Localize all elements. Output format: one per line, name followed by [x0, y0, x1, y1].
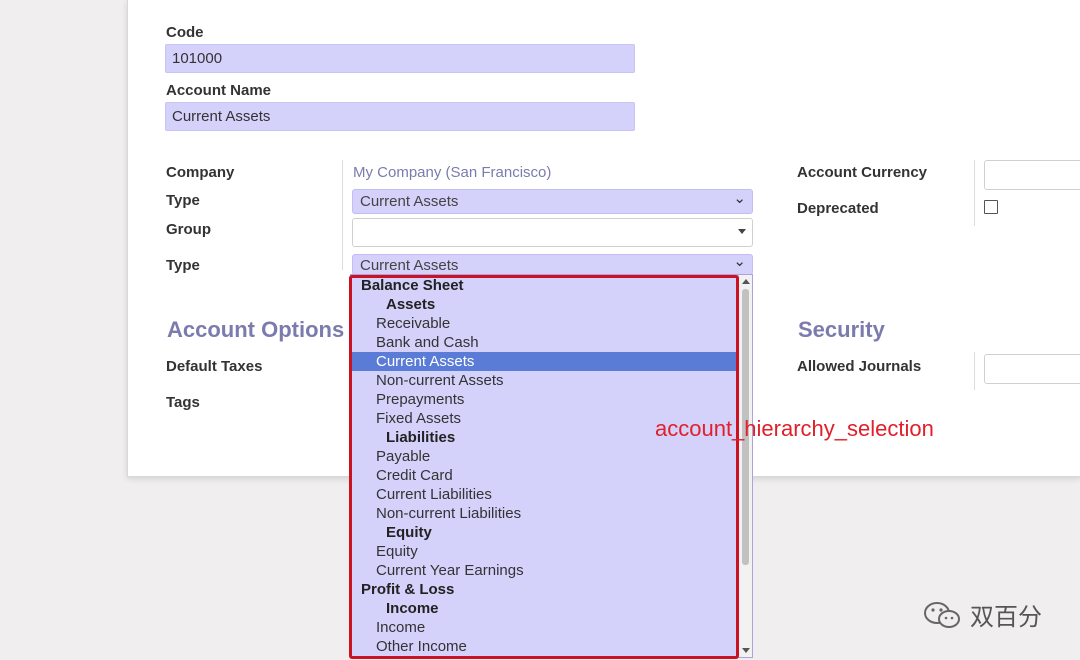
allowed-journals-label: Allowed Journals [797, 358, 922, 375]
dropdown-option[interactable]: Payable [351, 447, 737, 466]
caret-down-icon [738, 229, 746, 234]
company-label: Company [166, 164, 235, 181]
account-currency-label: Account Currency [797, 164, 928, 181]
dropdown-option: Balance Sheet [361, 277, 464, 294]
dropdown-options: Balance Sheet Assets Receivable Bank and Ca… [351, 276, 737, 656]
chevron-down-icon: ⌄ [733, 254, 746, 270]
dropdown-option: Assets [386, 296, 436, 313]
deprecated-checkbox[interactable] [984, 200, 998, 214]
watermark-text: 双百分 [970, 604, 1042, 631]
type-select[interactable]: Current Assets ⌄ [352, 189, 753, 214]
chevron-down-icon: ⌄ [733, 190, 746, 207]
type2-select[interactable]: Current Assets ⌄ [352, 254, 753, 275]
type2-select-value: Current Assets [360, 257, 459, 274]
dropdown-option: Income [386, 600, 439, 617]
right-label-divider [974, 160, 975, 226]
dropdown-scrollbar[interactable] [738, 275, 752, 657]
tags-label: Tags [166, 394, 200, 411]
dropdown-option[interactable]: Current Year Earnings [351, 561, 737, 580]
account-options-title: Account Options [167, 317, 345, 342]
company-link[interactable]: My Company (San Francisco) [353, 164, 551, 181]
allowed-journals-input[interactable] [984, 354, 1080, 384]
group-select[interactable] [352, 218, 753, 247]
type-label: Type [166, 192, 200, 209]
deprecated-label: Deprecated [797, 200, 879, 217]
account-name-input[interactable]: Current Assets [165, 102, 635, 131]
dropdown-option[interactable]: Credit Card [351, 466, 737, 485]
group-label: Group [166, 221, 211, 238]
code-input[interactable]: 101000 [165, 44, 635, 73]
dropdown-option[interactable]: Receivable [351, 314, 737, 333]
type-select-value: Current Assets [360, 193, 459, 210]
dropdown-option[interactable]: Current Assets [351, 352, 737, 371]
label-divider [342, 160, 343, 270]
scroll-up-arrow-icon[interactable] [742, 279, 750, 284]
dropdown-option[interactable]: Current Liabilities [351, 485, 737, 504]
account-type-dropdown[interactable]: Balance Sheet Assets Receivable Bank and Ca… [350, 274, 753, 658]
dropdown-option[interactable]: Non-current Assets [351, 371, 737, 390]
account-currency-select[interactable] [984, 160, 1080, 190]
dropdown-option: Profit & Loss [361, 581, 455, 598]
wechat-icon [924, 601, 960, 628]
type2-label: Type [166, 257, 200, 274]
watermark: 双百分 [922, 597, 1042, 632]
dropdown-option[interactable]: Bank and Cash [351, 333, 737, 352]
dropdown-option[interactable]: Prepayments [351, 390, 737, 409]
security-title: Security [798, 317, 885, 342]
security-divider [974, 352, 975, 390]
dropdown-option[interactable]: Income [351, 618, 737, 637]
dropdown-option: Equity [386, 524, 432, 541]
account-name-label: Account Name [166, 82, 272, 99]
dropdown-option[interactable]: Non-current Liabilities [351, 504, 737, 523]
dropdown-option[interactable]: Other Income [351, 637, 737, 656]
default-taxes-label: Default Taxes [166, 358, 263, 375]
dropdown-option[interactable]: Equity [351, 542, 737, 561]
scroll-down-arrow-icon[interactable] [742, 648, 750, 653]
annotation-label: account_hierarchy_selection [655, 416, 934, 441]
code-label: Code [166, 24, 204, 41]
